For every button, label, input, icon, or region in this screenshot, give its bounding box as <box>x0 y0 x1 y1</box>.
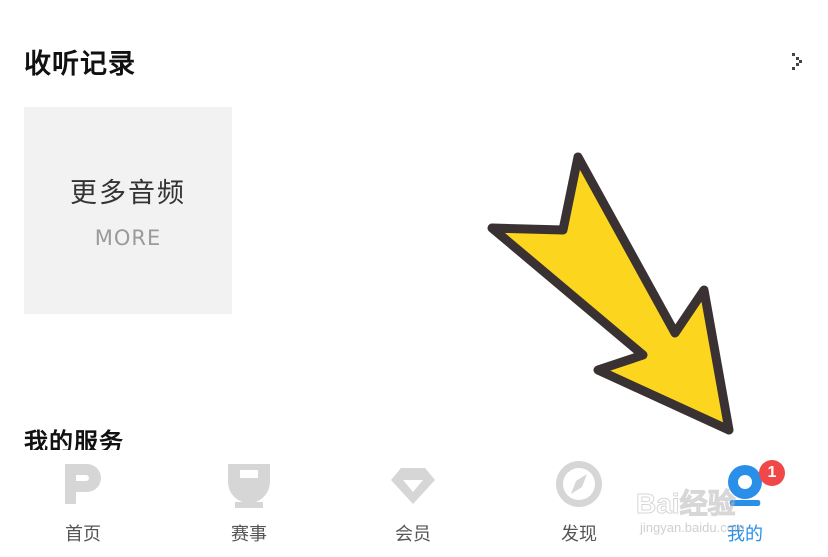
compass-icon <box>556 461 602 507</box>
services-section-title: 我的服务 <box>24 428 124 450</box>
tab-label-events: 赛事 <box>231 524 267 545</box>
history-section-title: 收听记录 <box>24 49 136 80</box>
more-audio-subtitle: MORE <box>94 226 162 250</box>
tab-home[interactable]: 首页 <box>23 460 143 550</box>
more-chevron-icon[interactable] <box>790 50 804 72</box>
more-audio-card[interactable]: 更多音频 MORE <box>24 107 232 314</box>
more-audio-title: 更多音频 <box>70 178 186 209</box>
tab-label-vip: 会员 <box>395 524 431 545</box>
diamond-icon <box>391 468 435 504</box>
tab-label-discover: 发现 <box>561 524 597 545</box>
watermark-logo-text: Bai经验 <box>636 488 737 520</box>
watermark-url-text: jingyan.baidu.com <box>640 520 745 535</box>
tab-label-home: 首页 <box>65 524 101 545</box>
trophy-icon <box>228 464 270 508</box>
tab-discover[interactable]: 发现 <box>519 460 639 550</box>
home-p-icon <box>65 464 101 504</box>
page: 收听记录 更多音频 MORE 我的服务 首页 赛事 会员 发现 1 我的 Bai… <box>0 0 828 557</box>
tab-events[interactable]: 赛事 <box>189 460 309 550</box>
tab-vip[interactable]: 会员 <box>353 460 473 550</box>
baidu-jingyan-watermark: Bai经验 jingyan.baidu.com <box>636 482 796 542</box>
